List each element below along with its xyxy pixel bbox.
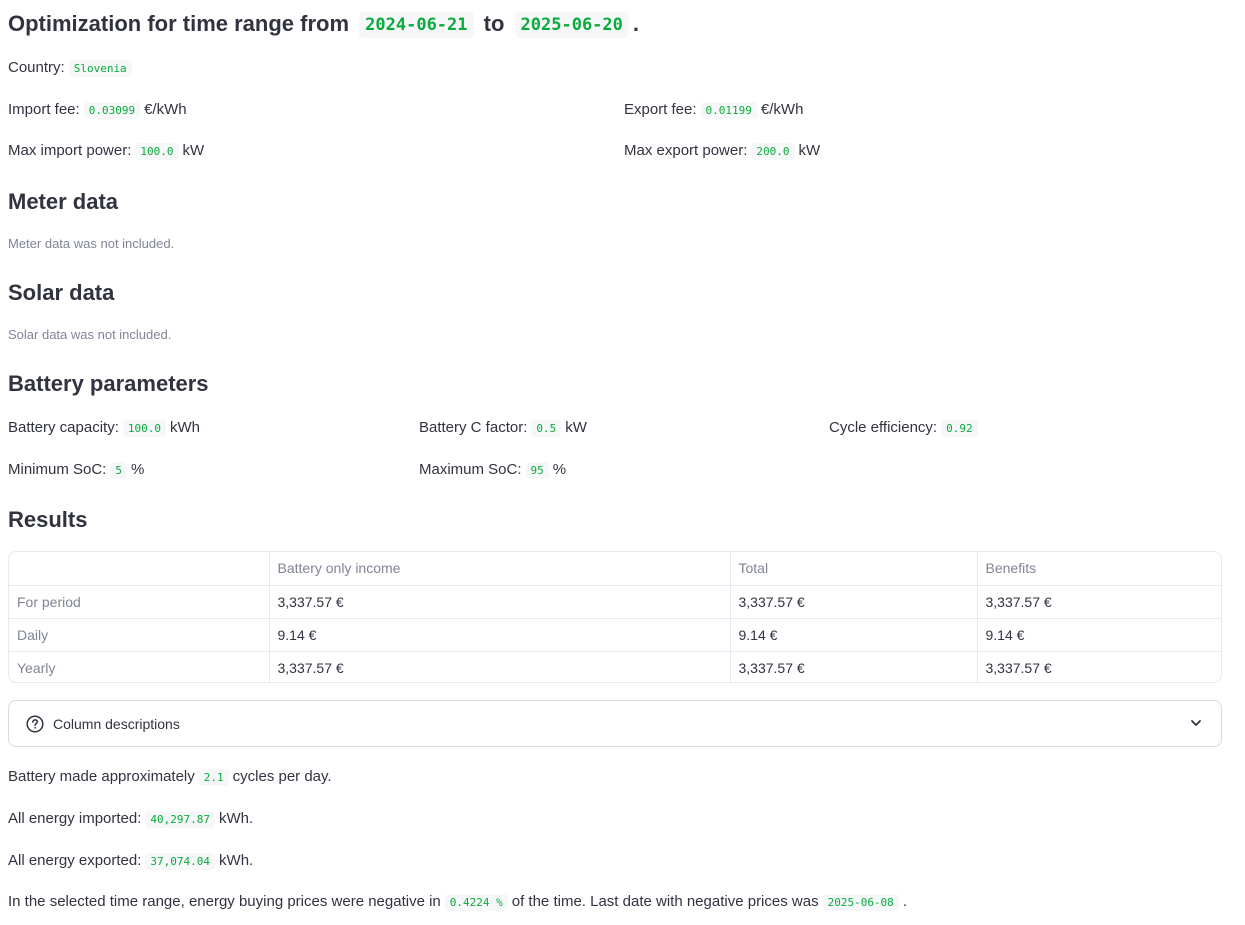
max-export-label: Max export power: — [624, 142, 748, 159]
table-cell[interactable]: 3,337.57 € — [977, 651, 1221, 682]
table-cell[interactable]: 3,337.57 € — [730, 585, 978, 619]
cycle-efficiency-line: Cycle efficiency: 0.92 — [829, 418, 982, 439]
max-export-line: Max export power: 200.0 kW — [624, 141, 820, 162]
results-heading: Results — [8, 507, 88, 532]
table-cell[interactable]: 3,337.57 € — [730, 651, 978, 682]
row-label: Yearly — [9, 651, 270, 682]
min-soc-unit: % — [130, 461, 145, 478]
solar-heading: Solar data — [8, 280, 115, 305]
page-title: Optimization for time range from 2024-06… — [8, 9, 639, 41]
battery-heading: Battery parameters — [8, 371, 209, 396]
max-soc-line: Maximum SoC: 95% — [419, 460, 566, 481]
table-cell[interactable]: 3,337.57 € — [269, 651, 731, 682]
battery-c-factor-unit: kW — [565, 419, 587, 436]
title-dot: . — [632, 11, 640, 36]
imported-prefix: All energy imported: — [8, 810, 142, 827]
table-cell[interactable]: 9.14 € — [269, 618, 731, 652]
import-fee-line: Import fee: 0.03099 €/kWh — [8, 100, 187, 121]
battery-capacity-label: Battery capacity: — [8, 419, 119, 436]
help-circle-icon — [26, 715, 44, 733]
negative-prefix: In the selected time range, energy buyin… — [8, 893, 441, 910]
battery-c-factor-value: 0.5 — [531, 420, 562, 437]
column-header-battery-income[interactable]: Battery only income — [269, 552, 731, 586]
max-export-unit: kW — [798, 142, 821, 159]
row-label: For period — [9, 585, 270, 619]
battery-capacity-unit: kWh — [170, 419, 201, 436]
table-row: Yearly 3,337.57 € 3,337.57 € 3,337.57 € — [9, 651, 1221, 682]
expander-label: Column descriptions — [53, 716, 180, 732]
country-label: Country: — [8, 59, 65, 76]
imported-value: 40,297.87 — [145, 811, 216, 828]
exported-value: 37,074.04 — [145, 853, 216, 870]
max-import-unit: kW — [182, 142, 205, 159]
table-cell[interactable]: 3,337.57 € — [269, 585, 731, 619]
column-header-total[interactable]: Total — [730, 552, 978, 586]
cycle-efficiency-label: Cycle efficiency: — [829, 419, 938, 436]
cycles-line: Battery made approximately 2.1 cycles per … — [8, 767, 332, 788]
cycle-efficiency-value: 0.92 — [941, 420, 978, 437]
cycles-value: 2.1 — [198, 769, 229, 786]
export-fee-line: Export fee: 0.01199 €/kWh — [624, 100, 803, 121]
negative-value: 0.4224 % — [444, 894, 508, 911]
country-line: Country: Slovenia — [8, 58, 136, 79]
column-descriptions-expander[interactable]: Column descriptions — [8, 700, 1222, 747]
table-cell[interactable]: 3,337.57 € — [977, 585, 1221, 619]
negative-suffix: . — [902, 893, 907, 910]
imported-line: All energy imported: 40,297.87 kWh. — [8, 809, 253, 830]
battery-capacity-line: Battery capacity: 100.0 kWh — [8, 418, 200, 439]
start-date: 2024-06-21 — [359, 12, 474, 38]
min-soc-label: Minimum SoC: — [8, 461, 107, 478]
max-soc-value: 95 — [525, 462, 549, 479]
chevron-down-icon — [1191, 720, 1201, 726]
battery-c-factor-line: Battery C factor: 0.5 kW — [419, 418, 587, 439]
battery-c-factor-label: Battery C factor: — [419, 419, 528, 436]
exported-prefix: All energy exported: — [8, 852, 142, 869]
import-fee-unit: €/kWh — [144, 101, 187, 118]
import-fee-value: 0.03099 — [83, 102, 141, 119]
max-import-line: Max import power: 100.0 kW — [8, 141, 204, 162]
table-cell[interactable]: 9.14 € — [977, 618, 1221, 652]
column-header-benefits[interactable]: Benefits — [977, 552, 1221, 586]
exported-suffix: kWh. — [219, 852, 254, 869]
cycles-prefix: Battery made approximately — [8, 768, 195, 785]
min-soc-line: Minimum SoC: 5% — [8, 460, 144, 481]
export-fee-label: Export fee: — [624, 101, 697, 118]
column-header[interactable] — [9, 552, 270, 586]
imported-suffix: kWh. — [219, 810, 254, 827]
table-row: Daily 9.14 € 9.14 € 9.14 € — [9, 618, 1221, 652]
max-soc-label: Maximum SoC: — [419, 461, 522, 478]
solar-note: Solar data was not included. — [8, 327, 172, 342]
negative-date: 2025-06-08 — [822, 894, 899, 911]
table-header-row: Battery only income Total Benefits — [9, 552, 1221, 586]
exported-line: All energy exported: 37,074.04 kWh. — [8, 851, 253, 872]
export-fee-unit: €/kWh — [760, 101, 804, 118]
export-fee-value: 0.01199 — [700, 102, 757, 119]
import-fee-label: Import fee: — [8, 101, 80, 118]
title-to: to — [483, 11, 505, 36]
cycles-suffix: cycles per day. — [232, 768, 332, 785]
negative-prices-line: In the selected time range, energy buyin… — [8, 892, 907, 913]
max-soc-unit: % — [552, 461, 567, 478]
meter-heading: Meter data — [8, 189, 119, 214]
min-soc-value: 5 — [110, 462, 127, 479]
end-date: 2025-06-20 — [514, 12, 629, 38]
max-export-value: 200.0 — [751, 143, 795, 160]
table-row: For period 3,337.57 € 3,337.57 € 3,337.5… — [9, 585, 1221, 619]
country-value: Slovenia — [68, 60, 132, 77]
max-import-label: Max import power: — [8, 142, 132, 159]
battery-capacity-value: 100.0 — [122, 420, 167, 437]
meter-note: Meter data was not included. — [8, 236, 175, 251]
negative-mid: of the time. Last date with negative pri… — [511, 893, 819, 910]
table-cell[interactable]: 9.14 € — [730, 618, 978, 652]
max-import-value: 100.0 — [135, 143, 179, 160]
title-prefix: Optimization for time range from — [8, 11, 350, 36]
results-table[interactable]: Battery only income Total Benefits For p… — [8, 551, 1222, 683]
row-label: Daily — [9, 618, 270, 652]
